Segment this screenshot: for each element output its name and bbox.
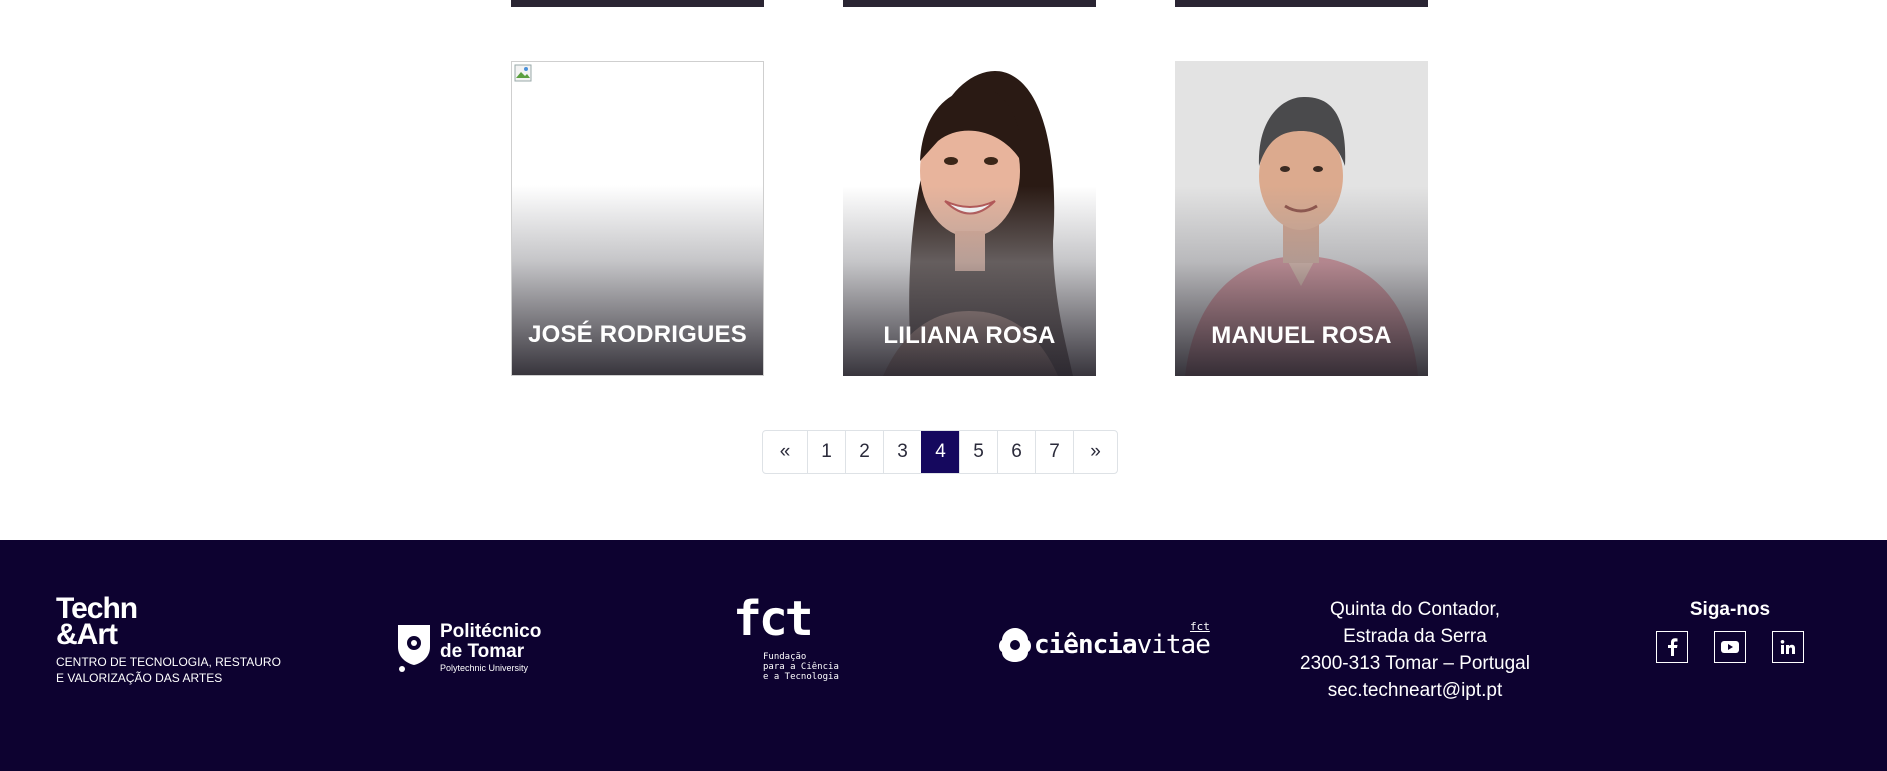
ipt-name-english: Polytechnic University bbox=[440, 663, 529, 673]
fct-subtitle-line3: e a Tecnologia bbox=[763, 672, 839, 682]
cienciavitae-blob-icon bbox=[999, 628, 1031, 662]
fct-mark: fct bbox=[733, 591, 814, 647]
techn-art-logo[interactable]: Techn &Art CENTRO DE TECNOLOGIA, RESTAUR… bbox=[56, 594, 281, 686]
youtube-icon[interactable] bbox=[1714, 631, 1746, 663]
team-member-name: JOSÉ RODRIGUES bbox=[528, 321, 747, 348]
pagination-page-6[interactable]: 6 bbox=[997, 431, 1035, 473]
techn-art-subtitle-line2: E VALORIZAÇÃO DAS ARTES bbox=[56, 671, 223, 685]
pagination-page-1[interactable]: 1 bbox=[807, 431, 845, 473]
pagination: « 1 2 3 4 5 6 7 » bbox=[762, 430, 1118, 474]
ipt-name-line1: Politécnico bbox=[440, 621, 542, 642]
fct-subtitle-line2: para a Ciência bbox=[763, 662, 839, 672]
broken-image-icon bbox=[514, 64, 532, 82]
contact-email-link[interactable]: sec.techneart@ipt.pt bbox=[1270, 677, 1560, 704]
contact-address: Quinta do Contador, Estrada da Serra 230… bbox=[1270, 596, 1560, 704]
cienciavitae-fct-mini: fct bbox=[1189, 620, 1210, 633]
techn-art-title-line2: &Art bbox=[56, 618, 118, 651]
pagination-page-3[interactable]: 3 bbox=[883, 431, 921, 473]
social-section: Siga-nos bbox=[1650, 596, 1810, 663]
fct-subtitle-line1: Fundação bbox=[763, 652, 807, 662]
facebook-icon[interactable] bbox=[1656, 631, 1688, 663]
team-member-name: LILIANA ROSA bbox=[883, 322, 1056, 349]
ipt-shield-icon bbox=[398, 625, 430, 672]
ipt-name-line2: de Tomar bbox=[440, 641, 525, 662]
pagination-page-4-active[interactable]: 4 bbox=[921, 431, 959, 473]
cienciavitae-logo[interactable]: ciênciavitae fct bbox=[998, 620, 1211, 664]
pagination-page-2[interactable]: 2 bbox=[845, 431, 883, 473]
address-line-2: Estrada da Serra bbox=[1343, 626, 1487, 647]
techn-art-subtitle-line1: CENTRO DE TECNOLOGIA, RESTAURO bbox=[56, 655, 281, 669]
card-bottom-edge bbox=[843, 0, 1096, 7]
cienciavitae-word-light: vitae bbox=[1136, 630, 1211, 660]
card-bottom-edge bbox=[511, 0, 764, 7]
pagination-page-5[interactable]: 5 bbox=[959, 431, 997, 473]
pagination-page-7[interactable]: 7 bbox=[1035, 431, 1073, 473]
fct-logo[interactable]: fct Fundação para a Ciência e a Tecnolog… bbox=[733, 591, 839, 682]
address-line-1: Quinta do Contador, bbox=[1329, 599, 1501, 620]
team-card-liliana-rosa[interactable]: LILIANA ROSA bbox=[843, 61, 1096, 376]
pagination-prev[interactable]: « bbox=[763, 431, 807, 473]
address-line-3: 2300-313 Tomar – Portugal bbox=[1300, 653, 1530, 674]
team-card-jose-rodrigues[interactable]: JOSÉ RODRIGUES bbox=[511, 61, 764, 376]
site-footer: Techn &Art CENTRO DE TECNOLOGIA, RESTAUR… bbox=[0, 540, 1887, 771]
team-card-manuel-rosa[interactable]: MANUEL ROSA bbox=[1175, 61, 1428, 376]
ipt-logo[interactable]: Politécnico de Tomar Polytechnic Univers… bbox=[396, 622, 541, 674]
card-bottom-edge bbox=[1175, 0, 1428, 7]
team-member-name: MANUEL ROSA bbox=[1211, 322, 1392, 349]
cienciavitae-word-bold: ciência bbox=[1034, 630, 1138, 660]
linkedin-icon[interactable] bbox=[1772, 631, 1804, 663]
pagination-next[interactable]: » bbox=[1073, 431, 1117, 473]
social-title: Siga-nos bbox=[1689, 599, 1771, 620]
